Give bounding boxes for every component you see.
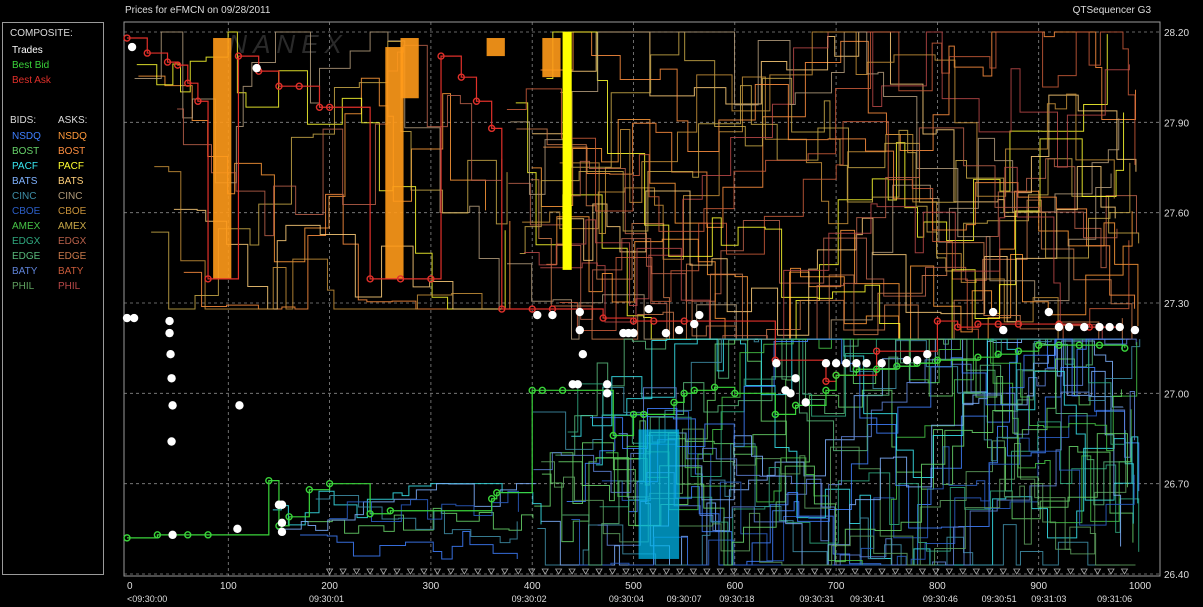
trade-point bbox=[1054, 322, 1064, 332]
x-time-label: 09:31:06 bbox=[1097, 594, 1132, 604]
trade-point bbox=[988, 307, 998, 317]
x-tick-label: 100 bbox=[220, 581, 237, 592]
x-tick-label: 800 bbox=[929, 581, 946, 592]
ask-quote-block bbox=[385, 47, 404, 279]
y-tick-label: 26.40 bbox=[1164, 570, 1189, 581]
x-time-label: 09:30:51 bbox=[982, 594, 1017, 604]
trade-point bbox=[674, 325, 684, 335]
x-time-label: 09:31:03 bbox=[1031, 594, 1066, 604]
trade-point bbox=[791, 374, 800, 383]
y-tick-label: 27.90 bbox=[1164, 118, 1189, 129]
trade-point bbox=[602, 380, 612, 389]
trade-point bbox=[801, 398, 810, 407]
trade-point bbox=[568, 380, 577, 389]
x-time-label: 09:30:18 bbox=[719, 594, 754, 604]
trade-point bbox=[1095, 322, 1104, 332]
trade-point bbox=[233, 524, 242, 534]
trade-point bbox=[772, 359, 781, 368]
trade-point bbox=[661, 328, 671, 338]
x-tick-label: 1000 bbox=[1129, 581, 1152, 592]
trade-point bbox=[235, 401, 244, 410]
trade-point bbox=[842, 359, 851, 368]
trade-point bbox=[999, 325, 1008, 335]
pacf-bid-block bbox=[638, 429, 680, 559]
trade-point bbox=[277, 500, 287, 509]
trade-point bbox=[831, 359, 841, 368]
x-time-label: 09:30:04 bbox=[609, 594, 644, 604]
trade-point bbox=[575, 307, 585, 317]
y-tick-label: 26.70 bbox=[1164, 480, 1189, 491]
trade-point bbox=[644, 304, 653, 314]
trade-point bbox=[168, 401, 177, 410]
x-time-label: 09:30:46 bbox=[923, 594, 958, 604]
y-tick-label: 27.30 bbox=[1164, 299, 1189, 310]
x-time-label: <09:30:00 bbox=[127, 594, 167, 604]
x-time-label: 09:30:01 bbox=[309, 594, 344, 604]
ask-quote-block bbox=[486, 38, 505, 57]
price-chart: NANEX 28.2027.9027.6027.3027.0026.7026.40… bbox=[122, 21, 1189, 604]
trade-point bbox=[1105, 322, 1114, 332]
trade-point bbox=[168, 530, 177, 540]
ask-quote-block bbox=[542, 38, 561, 78]
trade-point bbox=[695, 310, 704, 320]
trade-point bbox=[129, 313, 139, 323]
trade-point bbox=[575, 325, 585, 335]
trade-point bbox=[277, 518, 287, 528]
trade-point bbox=[1130, 325, 1140, 335]
pacf-ask-bar bbox=[562, 32, 572, 270]
trade-point bbox=[629, 328, 638, 338]
x-tick-label: 700 bbox=[828, 581, 845, 592]
y-tick-label: 27.60 bbox=[1164, 209, 1189, 220]
trade-point bbox=[902, 356, 912, 365]
trade-point bbox=[252, 63, 261, 73]
trade-point bbox=[165, 328, 174, 338]
trade-point bbox=[821, 359, 831, 368]
x-tick-label: 600 bbox=[726, 581, 743, 592]
x-tick-label: 900 bbox=[1030, 581, 1047, 592]
x-tick-label: 500 bbox=[625, 581, 642, 592]
x-tick-label: 400 bbox=[524, 581, 541, 592]
x-tick-label: 300 bbox=[423, 581, 440, 592]
trade-point bbox=[1080, 322, 1089, 332]
trade-point bbox=[548, 310, 557, 320]
trade-point bbox=[166, 349, 175, 359]
trade-point bbox=[277, 527, 287, 537]
x-time-label: 09:30:02 bbox=[512, 594, 547, 604]
trade-point bbox=[578, 349, 588, 359]
trade-point bbox=[167, 437, 176, 446]
trade-point bbox=[923, 349, 932, 359]
trade-point bbox=[127, 42, 137, 52]
trade-point bbox=[1044, 307, 1054, 317]
trade-point bbox=[786, 389, 795, 398]
x-time-label: 09:30:41 bbox=[850, 594, 885, 604]
y-tick-label: 27.00 bbox=[1164, 389, 1189, 400]
trade-point bbox=[877, 359, 886, 368]
trade-point bbox=[852, 359, 861, 368]
x-time-label: 09:30:07 bbox=[667, 594, 702, 604]
trade-point bbox=[862, 359, 871, 368]
trade-point bbox=[1115, 322, 1124, 332]
trade-point bbox=[602, 389, 612, 398]
trade-point bbox=[167, 374, 176, 383]
trade-point bbox=[690, 319, 699, 329]
x-time-label: 09:30:31 bbox=[799, 594, 834, 604]
trade-point bbox=[1064, 322, 1074, 332]
x-tick-label: 0 bbox=[127, 581, 133, 592]
trade-point bbox=[533, 310, 542, 320]
trade-point bbox=[165, 316, 174, 326]
ask-quote-block bbox=[213, 38, 232, 279]
x-tick-label: 200 bbox=[321, 581, 338, 592]
trade-point bbox=[912, 356, 922, 365]
y-tick-label: 28.20 bbox=[1164, 28, 1189, 39]
